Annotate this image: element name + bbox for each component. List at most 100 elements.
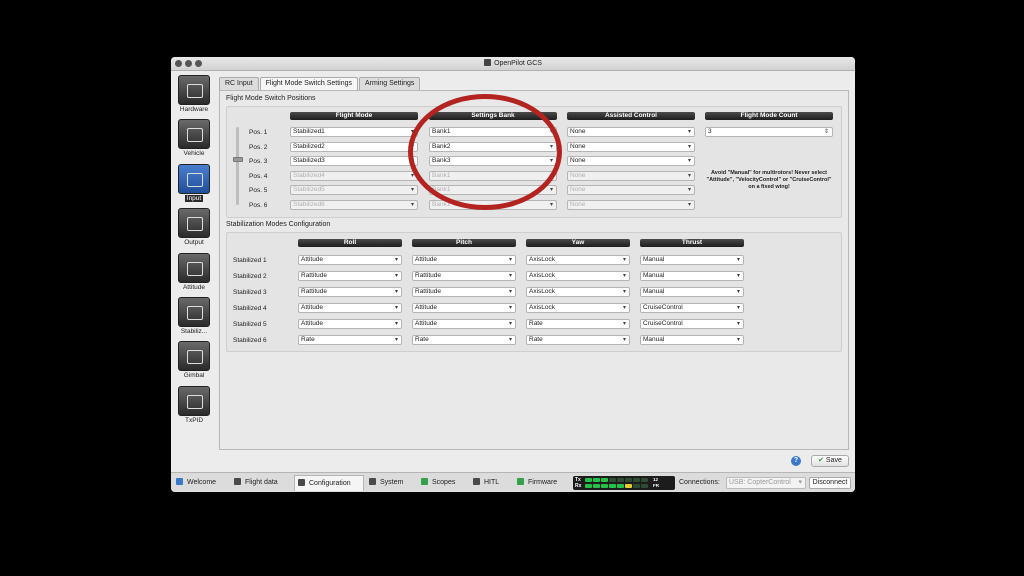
pos-label: Pos. 2 (249, 144, 268, 151)
settings-bank-select: Bank1 (429, 200, 557, 210)
attitude-icon (178, 253, 210, 283)
welcome-icon (176, 478, 183, 485)
yaw-select[interactable]: Rate (526, 319, 630, 329)
yaw-select[interactable]: AxisLock (526, 271, 630, 281)
thrust-select[interactable]: CruiseControl (640, 303, 744, 313)
config-tabs: RC Input Flight Mode Switch Settings Arm… (219, 77, 421, 90)
yaw-select[interactable]: Rate (526, 335, 630, 345)
header-flight-mode: Flight Mode (290, 112, 418, 120)
thrust-select[interactable]: Manual (640, 255, 744, 265)
thrust-select[interactable]: Manual (640, 271, 744, 281)
tab-arming-settings[interactable]: Arming Settings (359, 77, 421, 90)
pos-label: Pos. 5 (249, 187, 268, 194)
thrust-select[interactable]: Manual (640, 335, 744, 345)
telemetry-monitor: Tx Rx 12 FR (573, 476, 675, 490)
pitch-select[interactable]: Attitude (412, 319, 516, 329)
system-icon (369, 478, 376, 485)
app-window: OpenPilot GCS Hardware Vehicle Input Out… (171, 57, 855, 492)
roll-select[interactable]: Attitude (298, 255, 402, 265)
help-icon[interactable]: ? (791, 456, 801, 466)
settings-bank-select[interactable]: Bank1 (429, 127, 557, 137)
roll-select[interactable]: Rate (298, 335, 402, 345)
assisted-control-select[interactable]: None (567, 142, 695, 152)
app-icon (484, 59, 492, 66)
settings-bank-select[interactable]: Bank2 (429, 142, 557, 152)
sidebar-item-output[interactable]: Output (171, 208, 217, 246)
roll-select[interactable]: Attitude (298, 319, 402, 329)
assisted-control-select[interactable]: None (567, 156, 695, 166)
rx-rate: FR (653, 483, 659, 488)
flight-mode-slider[interactable] (236, 127, 239, 205)
flight-mode-select: Stabilized6 (290, 200, 418, 210)
hitl-icon (473, 478, 480, 485)
flight-mode-count-spinbox[interactable]: 3 (705, 127, 833, 137)
pos-label: Pos. 1 (249, 129, 268, 136)
tab-panel: Flight Mode Switch Positions Flight Mode… (219, 90, 849, 450)
stabilized-row-label: Stabilized 4 (233, 305, 267, 312)
thrust-select[interactable]: CruiseControl (640, 319, 744, 329)
flight-mode-slider-handle[interactable] (233, 157, 243, 162)
assisted-control-select: None (567, 200, 695, 210)
mode-tab-welcome[interactable]: Welcome (173, 475, 229, 491)
stabilization-icon (178, 297, 210, 327)
stabilized-row-label: Stabilized 3 (233, 289, 267, 296)
disconnect-button[interactable]: Disconnect (809, 477, 851, 489)
stabilized-row-label: Stabilized 6 (233, 337, 267, 344)
fms-section-title: Flight Mode Switch Positions (226, 95, 316, 102)
assisted-control-select[interactable]: None (567, 127, 695, 137)
scopes-icon (421, 478, 428, 485)
pitch-select[interactable]: Attitude (412, 303, 516, 313)
sidebar-item-stabilization[interactable]: Stabiliz... (171, 297, 217, 335)
header-flight-mode-count: Flight Mode Count (705, 112, 833, 120)
mode-tab-firmware[interactable]: Firmware (514, 475, 570, 491)
header-roll: Roll (298, 239, 402, 247)
tab-rc-input[interactable]: RC Input (219, 77, 259, 90)
mode-tab-system[interactable]: System (366, 475, 416, 491)
yaw-select[interactable]: AxisLock (526, 255, 630, 265)
stabilized-row-label: Stabilized 2 (233, 273, 267, 280)
mode-tab-scopes[interactable]: Scopes (418, 475, 468, 491)
checkmark-icon: ✔ (818, 457, 826, 464)
window-title: OpenPilot GCS (171, 59, 855, 67)
pitch-select[interactable]: Rattitude (412, 271, 516, 281)
pitch-select[interactable]: Rate (412, 335, 516, 345)
flight-mode-select[interactable]: Stabilized3 (290, 156, 418, 166)
camera-icon (178, 341, 210, 371)
mode-tab-configuration[interactable]: Configuration (294, 475, 364, 491)
sidebar-item-vehicle[interactable]: Vehicle (171, 119, 217, 157)
sidebar-item-attitude[interactable]: Attitude (171, 253, 217, 291)
vehicle-icon (178, 119, 210, 149)
thrust-select[interactable]: Manual (640, 287, 744, 297)
pitch-select[interactable]: Attitude (412, 255, 516, 265)
sidebar-item-input[interactable]: Input (171, 164, 217, 202)
connection-select[interactable]: USB: CopterControl (726, 477, 806, 489)
save-button[interactable]: ✔ Save (811, 455, 849, 467)
firmware-icon (517, 478, 524, 485)
yaw-select[interactable]: AxisLock (526, 287, 630, 297)
assisted-control-select: None (567, 171, 695, 181)
roll-select[interactable]: Attitude (298, 303, 402, 313)
settings-bank-select: Bank1 (429, 171, 557, 181)
roll-select[interactable]: Rattitude (298, 287, 402, 297)
sidebar-item-txpid[interactable]: TxPID (171, 386, 217, 424)
flight-mode-select: Stabilized5 (290, 185, 418, 195)
pos-label: Pos. 4 (249, 173, 268, 180)
roll-select[interactable]: Rattitude (298, 271, 402, 281)
stabilized-row-label: Stabilized 5 (233, 321, 267, 328)
txpid-icon (178, 386, 210, 416)
mode-tab-flight-data[interactable]: Flight data (231, 475, 293, 491)
sidebar-item-hardware[interactable]: Hardware (171, 75, 217, 113)
settings-bank-select[interactable]: Bank3 (429, 156, 557, 166)
yaw-select[interactable]: AxisLock (526, 303, 630, 313)
flight-mode-select[interactable]: Stabilized2 (290, 142, 418, 152)
header-yaw: Yaw (526, 239, 630, 247)
flight-mode-select[interactable]: Stabilized1 (290, 127, 418, 137)
pitch-select[interactable]: Rattitude (412, 287, 516, 297)
configuration-icon (298, 479, 305, 486)
mode-tab-hitl[interactable]: HITL (470, 475, 512, 491)
tab-flight-mode-switch-settings[interactable]: Flight Mode Switch Settings (259, 77, 358, 90)
header-pitch: Pitch (412, 239, 516, 247)
rx-label: Rx (575, 483, 582, 489)
header-thrust: Thrust (640, 239, 744, 247)
sidebar-item-gimbal[interactable]: Gimbal (171, 341, 217, 379)
